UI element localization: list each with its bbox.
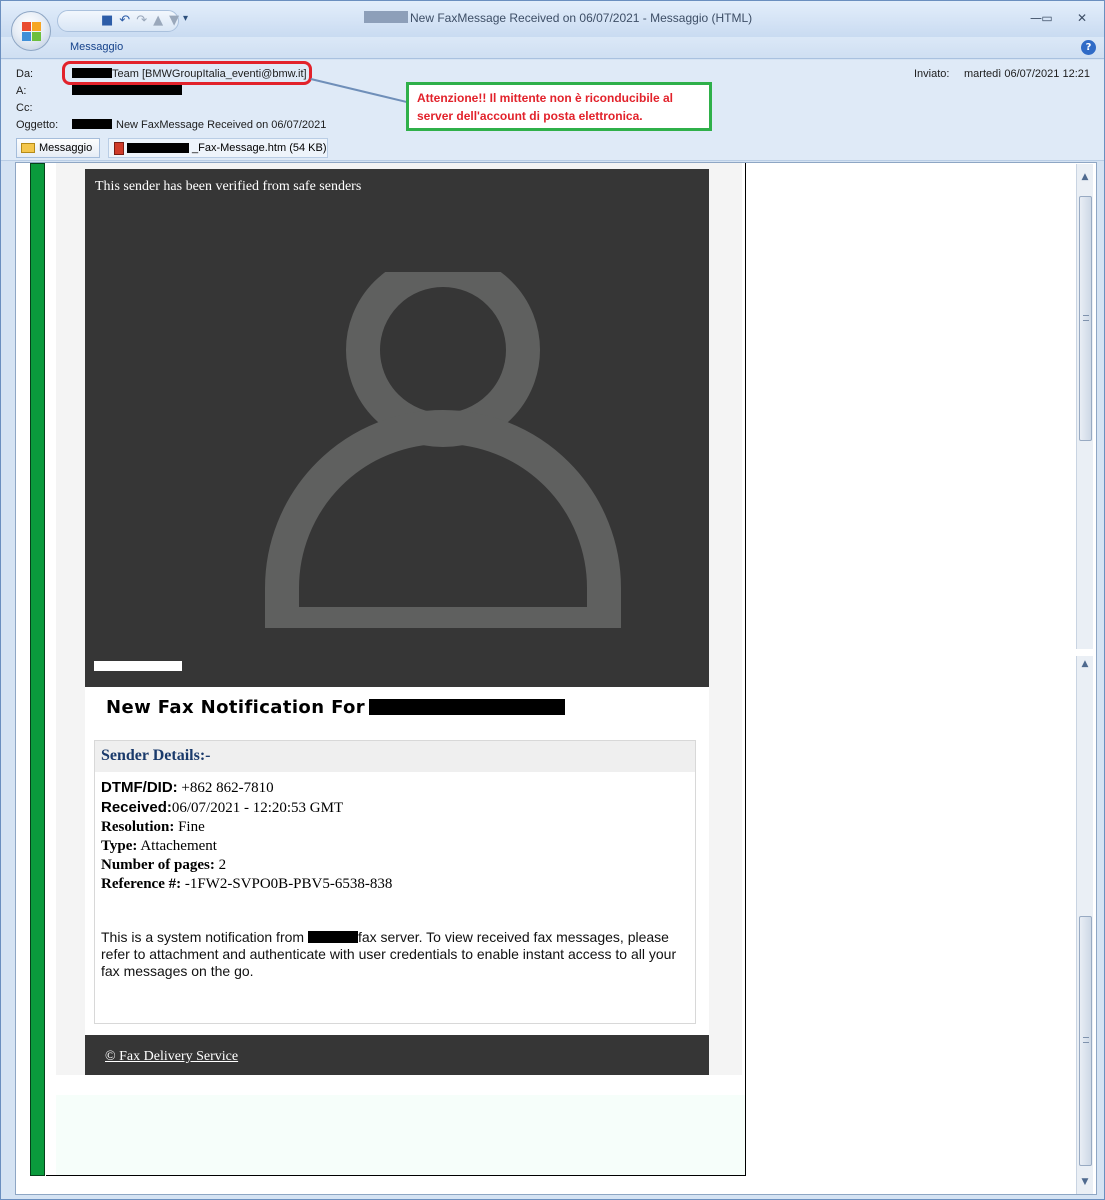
sent-label: Inviato: [914,68,950,80]
quick-access-toolbar: ■ ↶ ↷ ▲ ▼ [57,10,179,32]
scroll-up-icon[interactable]: ▲ [1077,169,1093,185]
grip-icon [1083,1037,1089,1043]
envelope-icon [21,143,35,153]
close-button[interactable]: ✕ [1069,9,1095,27]
redaction [369,699,566,715]
redo-icon[interactable]: ↷ [136,13,147,29]
customize-toolbar-icon[interactable]: ▾ [183,13,188,24]
detail-list: DTMF/DID: +862 862-7810 Received:06/07/2… [95,772,695,894]
notification-title: New Fax Notification For [106,697,566,718]
callout-line [310,78,409,104]
warning-callout: Attenzione!! Il mittente non è riconduci… [406,82,712,131]
sent-value: martedì 06/07/2021 12:21 [964,68,1090,80]
subject-value: New FaxMessage Received on 06/07/2021 [72,119,326,131]
from-label: Da: [16,68,34,80]
subject-label: Oggetto: [16,119,59,131]
email-bottom-area [56,1095,745,1175]
detail-row: Number of pages: 2 [101,857,227,873]
save-icon[interactable]: ■ [101,13,113,29]
message-button-label: Messaggio [39,142,93,154]
to-label: A: [16,85,27,97]
office-logo-icon [22,22,42,42]
up-arrow-icon[interactable]: ▲ [153,13,163,29]
ribbon-tab-bar: Messaggio ? [1,37,1104,59]
lower-scrollbar[interactable]: ▲ ▼ [1076,656,1093,1194]
outlook-message-window: ■ ↶ ↷ ▲ ▼ ▾ New FaxMessage Received on 0… [0,0,1105,1200]
fax-delivery-link[interactable]: © Fax Delivery Service [105,1049,238,1065]
redaction [127,143,189,153]
notification-card: New Fax Notification For Sender Details:… [85,687,709,1035]
sender-details-box: Sender Details:- DTMF/DID: +862 862-7810… [94,740,696,1024]
redaction [72,85,182,95]
html-file-icon [114,141,124,155]
detail-row: DTMF/DID: +862 862-7810 [101,779,274,796]
scroll-thumb[interactable] [1079,916,1092,1166]
scroll-thumb[interactable] [1079,196,1092,441]
hero-banner: This sender has been verified from safe … [85,169,709,687]
title-bar: ■ ↶ ↷ ▲ ▼ ▾ New FaxMessage Received on 0… [1,1,1104,51]
message-header: Da: Team [BMWGroupItalia_eventi@bmw.it] … [1,60,1104,135]
detail-row: Type: Attachement [101,838,217,854]
green-side-bar [30,163,45,1176]
redaction [307,931,358,943]
system-notification-text: This is a system notification from fax s… [101,929,677,979]
detail-row: Received:06/07/2021 - 12:20:53 GMT [101,799,344,816]
redaction [94,661,182,671]
redaction [364,11,408,23]
attachment-bar: Messaggio _Fax-Message.htm (54 KB) [1,135,1104,161]
message-body: This sender has been verified from safe … [15,162,1097,1195]
redaction [72,119,112,129]
detail-row: Reference #: -1FW2-SVPO0B-PBV5-6538-838 [101,876,393,892]
message-view-button[interactable]: Messaggio [16,138,100,158]
sender-details-heading: Sender Details:- [95,741,695,772]
grip-icon [1083,315,1089,321]
email-footer: © Fax Delivery Service [85,1035,709,1075]
sender-highlight-box [62,61,312,85]
tab-messaggio[interactable]: Messaggio [70,41,123,53]
hero-text: This sender has been verified from safe … [95,179,362,194]
attachment-file-name: _Fax-Message.htm (54 KB) [192,142,327,154]
window-title: New FaxMessage Received on 06/07/2021 - … [364,11,752,25]
cc-label: Cc: [16,102,33,114]
to-value[interactable] [72,85,182,97]
attachment-file[interactable]: _Fax-Message.htm (54 KB) [108,138,328,158]
user-avatar-icon [265,272,621,628]
scroll-up-icon[interactable]: ▲ [1077,656,1093,672]
detail-row: Resolution: Fine [101,819,205,835]
upper-scrollbar[interactable]: ▲ [1076,164,1093,649]
help-icon[interactable]: ? [1081,40,1096,55]
office-button[interactable] [11,11,51,51]
maximize-button[interactable]: ▭ [1034,9,1060,27]
undo-icon[interactable]: ↶ [119,13,130,29]
down-arrow-icon[interactable]: ▼ [169,13,179,29]
scroll-down-icon[interactable]: ▼ [1077,1174,1093,1190]
